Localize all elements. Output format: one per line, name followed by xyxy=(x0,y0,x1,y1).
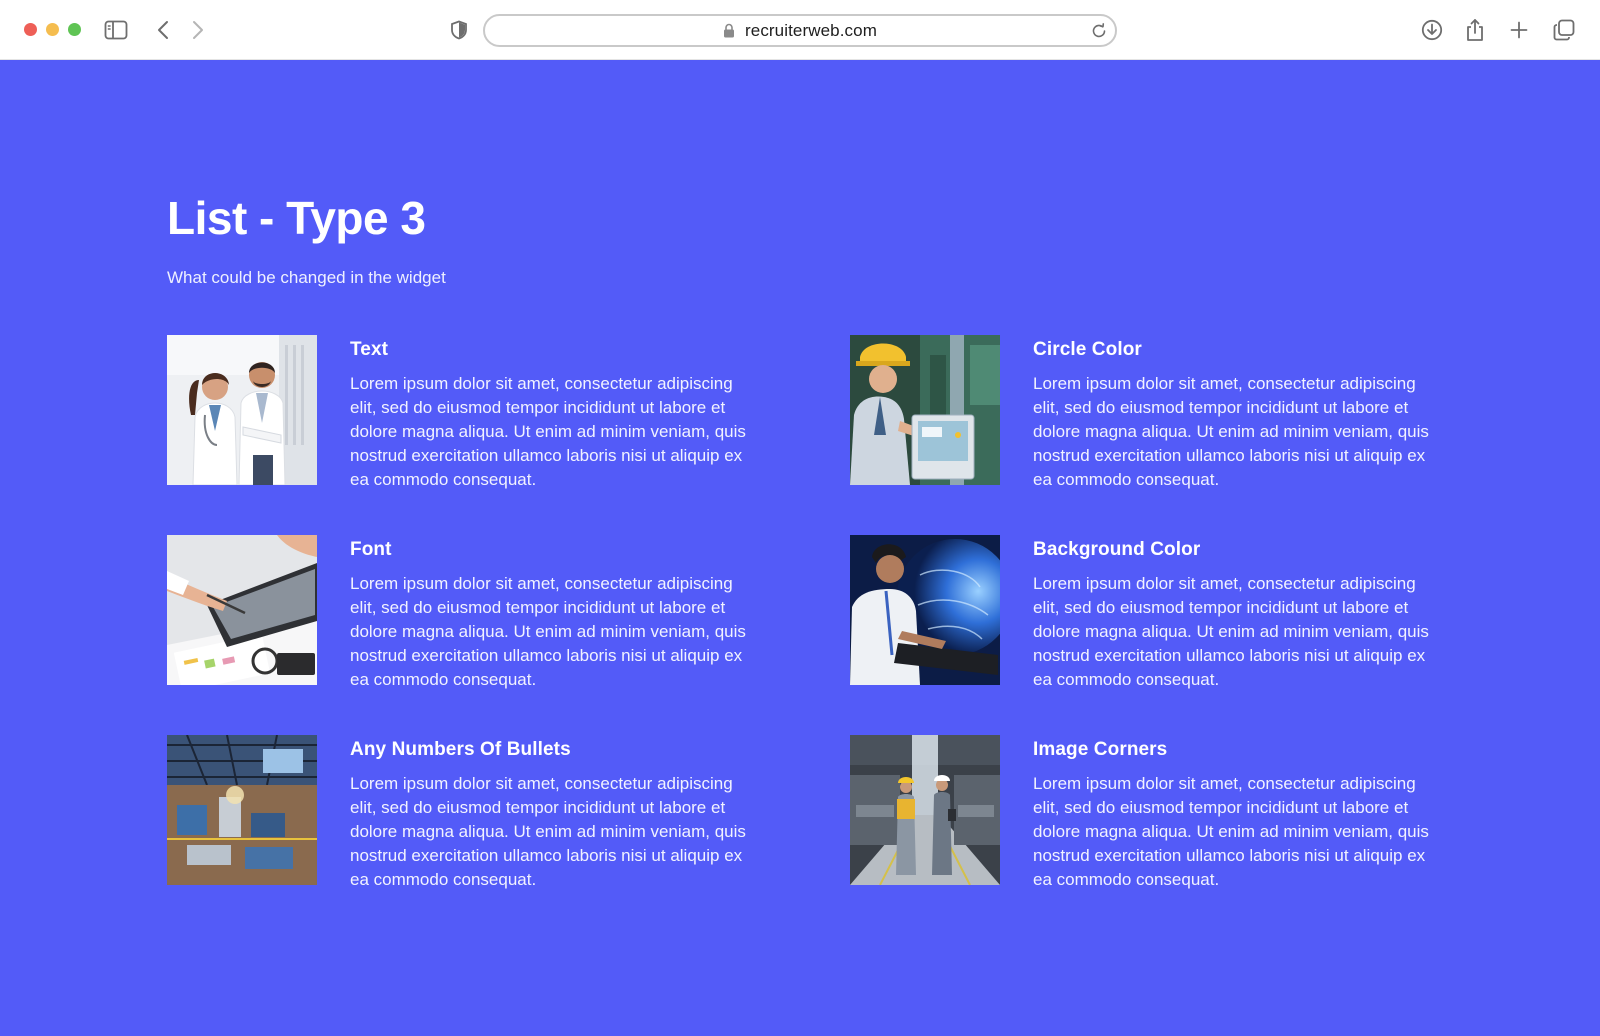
list-item: Circle Color Lorem ipsum dolor sit amet,… xyxy=(850,335,1442,489)
item-title: Image Corners xyxy=(1033,739,1168,760)
chevron-right-icon[interactable] xyxy=(190,19,206,41)
page-subtitle: What could be changed in the widget xyxy=(167,268,446,287)
doctors-photo xyxy=(167,335,317,485)
shield-icon[interactable] xyxy=(449,19,469,41)
item-title: Font xyxy=(350,539,392,560)
list-item: Any Numbers Of Bullets Lorem ipsum dolor… xyxy=(167,735,850,889)
item-description: Lorem ipsum dolor sit amet, consectetur … xyxy=(1033,774,1429,889)
zoom-window-button[interactable] xyxy=(68,23,81,36)
chevron-left-icon[interactable] xyxy=(155,19,171,41)
lock-icon xyxy=(723,23,735,38)
minimize-window-button[interactable] xyxy=(46,23,59,36)
item-description: Lorem ipsum dolor sit amet, consectetur … xyxy=(350,574,746,689)
item-title: Circle Color xyxy=(1033,339,1142,360)
tabs-overview-icon[interactable] xyxy=(1552,18,1576,42)
list-item: Background Color Lorem ipsum dolor sit a… xyxy=(850,535,1442,689)
page-content: List - Type 3 What could be changed in t… xyxy=(0,60,1600,1036)
sidebar-icon[interactable] xyxy=(104,19,128,41)
reload-icon[interactable] xyxy=(1089,21,1109,41)
share-icon[interactable] xyxy=(1464,17,1486,43)
item-title: Any Numbers Of Bullets xyxy=(350,739,571,760)
factory-hall-photo xyxy=(167,735,317,885)
address-bar[interactable]: recruiterweb.com xyxy=(483,14,1117,47)
item-description: Lorem ipsum dolor sit amet, consectetur … xyxy=(350,774,746,889)
browser-toolbar: recruiterweb.com xyxy=(0,0,1600,60)
list-item: Font Lorem ipsum dolor sit amet, consect… xyxy=(167,535,850,689)
item-title: Text xyxy=(350,339,389,360)
list-item: Text Lorem ipsum dolor sit amet, consect… xyxy=(167,335,850,489)
item-title: Background Color xyxy=(1033,539,1201,560)
close-window-button[interactable] xyxy=(24,23,37,36)
download-icon[interactable] xyxy=(1420,18,1444,42)
workers-warehouse-photo xyxy=(850,735,1000,885)
scientist-laptop-photo xyxy=(850,535,1000,685)
tablet-documents-photo xyxy=(167,535,317,685)
item-description: Lorem ipsum dolor sit amet, consectetur … xyxy=(1033,574,1429,689)
plus-icon[interactable] xyxy=(1508,19,1530,41)
page-title: List - Type 3 xyxy=(167,192,426,244)
url-text: recruiterweb.com xyxy=(745,20,877,40)
item-description: Lorem ipsum dolor sit amet, consectetur … xyxy=(350,374,746,489)
list-item: Image Corners Lorem ipsum dolor sit amet… xyxy=(850,735,1442,889)
engineer-control-panel-photo xyxy=(850,335,1000,485)
feature-list: Text Lorem ipsum dolor sit amet, consect… xyxy=(167,335,1442,889)
item-description: Lorem ipsum dolor sit amet, consectetur … xyxy=(1033,374,1429,489)
